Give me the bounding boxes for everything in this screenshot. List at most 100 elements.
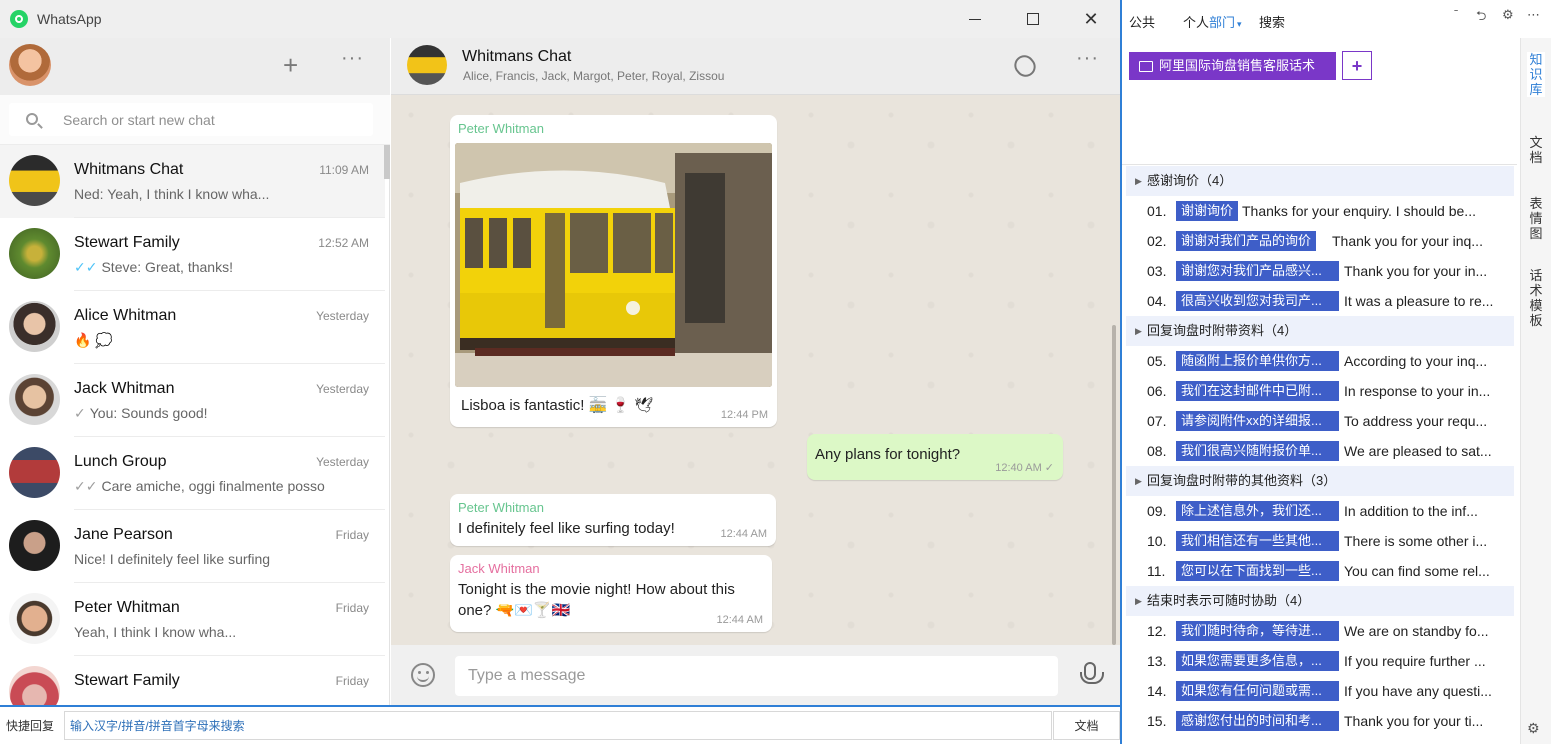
left-header: + ··· — [0, 38, 390, 95]
chat-name: Stewart Family — [74, 234, 180, 251]
conversation-menu-button[interactable]: ··· — [1076, 48, 1099, 68]
chat-preview: Nice! I definitely feel like surfing — [74, 551, 271, 567]
kb-category[interactable]: ▶ 回复询盘时附带资料（4） — [1126, 316, 1514, 346]
side-tab-documents[interactable]: 文档 — [1527, 135, 1545, 165]
kb-item-text: Thank you for your ti... — [1344, 713, 1484, 729]
kb-item[interactable]: 09. 除上述信息外，我们还... In addition to the inf..… — [1122, 496, 1517, 526]
kb-item[interactable]: 05. 随函附上报价单供你方... According to your inq... — [1122, 346, 1517, 376]
settings-gear-icon[interactable]: ⚙ — [1527, 720, 1540, 737]
chat-preview: 🔥 💭 — [74, 332, 113, 348]
group-avatar[interactable] — [407, 45, 447, 85]
chat-item-stewart-family-2[interactable]: Stewart Family Friday — [0, 656, 385, 705]
message-scrollbar[interactable] — [1112, 325, 1116, 645]
kb-item-text: It was a pleasure to re... — [1344, 293, 1494, 309]
tram-photo[interactable] — [455, 143, 772, 387]
message-text: Tonight is the movie night! How about th… — [458, 581, 735, 619]
search-input[interactable] — [63, 103, 363, 136]
chat-item-alice-whitman[interactable]: Alice Whitman Yesterday 🔥 💭 — [0, 291, 385, 364]
chevron-down-icon: ▾ — [1237, 19, 1242, 29]
chat-item-jack-whitman[interactable]: Jack Whitman Yesterday ✓ You: Sounds good… — [0, 364, 385, 437]
side-tab-stickers[interactable]: 表情图 — [1527, 196, 1545, 241]
chat-list-scrollbar[interactable] — [384, 145, 390, 179]
kb-item[interactable]: 04. 很高兴收到您对我司产... It was a pleasure to re.… — [1122, 286, 1517, 316]
quick-reply-search-input[interactable] — [64, 711, 1052, 740]
emoji-icon[interactable] — [411, 663, 435, 687]
new-chat-button[interactable]: + — [283, 52, 298, 78]
chat-item-jane-pearson[interactable]: Jane Pearson Friday Nice! I definitely f… — [0, 510, 385, 583]
gear-icon[interactable]: ⚙ — [1502, 7, 1514, 23]
kb-item[interactable]: 14. 如果您有任何问题或需... If you have any questi..… — [1122, 676, 1517, 706]
message-input[interactable] — [455, 656, 1058, 696]
chat-name: Stewart Family — [74, 672, 180, 689]
kb-item[interactable]: 15. 感谢您付出的时间和考... Thank you for your ti... — [1122, 706, 1517, 736]
avatar — [9, 447, 60, 498]
undo-icon[interactable]: ⮌ — [1476, 7, 1486, 29]
kb-item[interactable]: 08. 我们很高兴随附报价单... We are pleased to sat... — [1122, 436, 1517, 466]
chat-time: Yesterday — [316, 382, 369, 396]
kb-category[interactable]: ▶ 感谢询价（4） — [1126, 166, 1514, 196]
chevron-right-icon: ▶ — [1135, 476, 1142, 486]
chat-time: Yesterday — [316, 455, 369, 469]
window-title: WhatsApp — [37, 11, 102, 27]
message-bubble: Jack Whitman Tonight is the movie night!… — [450, 555, 772, 632]
kb-item[interactable]: 02. 谢谢对我们产品的询价 Thank you for your inq... — [1122, 226, 1517, 256]
message-time: 12:44 AM — [720, 528, 767, 540]
kb-category[interactable]: ▶ 结束时表示可随时协助（4） — [1126, 586, 1514, 616]
chat-time: Friday — [335, 601, 369, 615]
chat-item-lunch-group[interactable]: Lunch Group Yesterday ✓✓ Care amiche, ogg… — [0, 437, 385, 510]
kb-item[interactable]: 06. 我们在这封邮件中已附... In response to your in..… — [1122, 376, 1517, 406]
document-button[interactable]: 文档 — [1053, 711, 1120, 740]
my-avatar[interactable] — [9, 44, 51, 86]
kb-item[interactable]: 01. 谢谢询价 Thanks for your enquiry. I should… — [1122, 196, 1517, 226]
kb-item-text: Thank you for your in... — [1344, 263, 1488, 279]
more-icon[interactable]: ⋯ — [1527, 7, 1540, 23]
search-box — [9, 103, 373, 136]
minimize-button[interactable] — [952, 0, 998, 38]
close-icon: ✕ — [1083, 8, 1099, 29]
kb-item-tag: 感谢您付出的时间和考... — [1176, 711, 1339, 731]
kb-item[interactable]: 12. 我们随时待命，等待进... We are on standby fo... — [1122, 616, 1517, 646]
chat-item-stewart-family[interactable]: Stewart Family 12:52 AM ✓✓ Steve: Great, … — [0, 218, 385, 291]
tab-public[interactable]: 公共 — [1129, 12, 1155, 31]
minimize-icon — [969, 18, 981, 20]
microphone-icon[interactable] — [1080, 662, 1104, 684]
minimize-icon[interactable]: ˉ — [1454, 7, 1458, 22]
tab-department[interactable]: 部门 ▾ — [1209, 12, 1242, 31]
chat-name: Jane Pearson — [74, 526, 173, 543]
avatar — [9, 520, 60, 571]
kb-item[interactable]: 03. 谢谢您对我们产品感兴... Thank you for your in... — [1122, 256, 1517, 286]
kb-item[interactable]: 07. 请参阅附件xx的详细报... To address your requ... — [1122, 406, 1517, 436]
add-folder-button[interactable]: + — [1342, 51, 1372, 80]
kb-item[interactable]: 13. 如果您需要更多信息，... If you require further .… — [1122, 646, 1517, 676]
avatar — [9, 374, 60, 425]
tab-personal[interactable]: 个人 — [1183, 12, 1209, 31]
conversation-title[interactable]: Whitmans Chat — [462, 48, 571, 66]
folder-button[interactable]: 阿里国际询盘销售客服话术 — [1129, 52, 1336, 80]
left-menu-button[interactable]: ··· — [341, 48, 364, 68]
kb-item-tag: 很高兴收到您对我司产... — [1176, 291, 1339, 311]
kb-item-tag: 如果您需要更多信息，... — [1176, 651, 1339, 671]
tab-search[interactable]: 搜索 — [1259, 12, 1285, 31]
quick-reply-label: 快捷回复 — [6, 719, 55, 733]
chat-name: Jack Whitman — [74, 380, 175, 397]
side-tab-knowledge-base[interactable]: 知识库 — [1527, 52, 1545, 97]
folder-icon — [1139, 61, 1153, 72]
kb-category[interactable]: ▶ 回复询盘时附带的其他资料（3） — [1126, 466, 1514, 496]
chat-item-peter-whitman[interactable]: Peter Whitman Friday Yeah, I think I kno… — [0, 583, 385, 656]
close-button[interactable]: ✕ — [1068, 0, 1114, 38]
chat-preview: ✓✓ Care amiche, oggi finalmente posso — [74, 478, 325, 494]
kb-item-tag: 随函附上报价单供你方... — [1176, 351, 1339, 371]
maximize-button[interactable] — [1010, 0, 1056, 38]
side-tab-script-templates[interactable]: 话术模板 — [1527, 268, 1545, 328]
message-sender: Jack Whitman — [458, 561, 540, 576]
kb-item[interactable]: 11. 您可以在下面找到一些... You can find some rel... — [1122, 556, 1517, 586]
kb-item[interactable]: 10. 我们相信还有一些其他... There is some other i... — [1122, 526, 1517, 556]
attach-icon[interactable] — [1010, 51, 1040, 81]
avatar — [9, 593, 60, 644]
kb-item-text: In response to your in... — [1344, 383, 1491, 399]
message-sender: Peter Whitman — [458, 500, 544, 515]
message-bubble: Peter Whitman I definitely feel like sur… — [450, 494, 776, 546]
chat-preview: ✓ You: Sounds good! — [74, 405, 208, 421]
chat-item-whitmans-chat[interactable]: Whitmans Chat 11:09 AM Ned: Yeah, I thin… — [0, 145, 385, 218]
kb-item-tag: 我们随时待命，等待进... — [1176, 621, 1339, 641]
